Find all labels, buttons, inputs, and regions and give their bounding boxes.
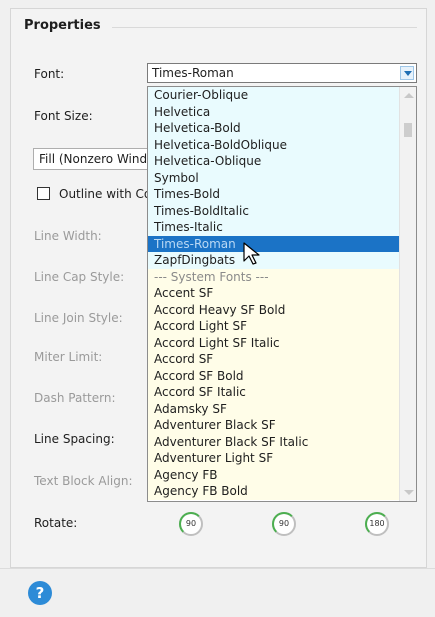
font-option[interactable]: Symbol (148, 169, 399, 186)
font-option[interactable]: Helvetica-BoldOblique (148, 136, 399, 153)
font-option[interactable]: Adventurer Light SF (148, 450, 399, 467)
font-option[interactable]: Accord Light SF (148, 318, 399, 335)
font-option[interactable]: Times-Bold (148, 186, 399, 203)
help-icon[interactable]: ? (28, 581, 52, 605)
miter-limit-label: Miter Limit: (34, 350, 103, 364)
font-select[interactable]: Times-Roman (147, 63, 417, 83)
font-label: Font: (34, 67, 65, 81)
mouse-pointer-icon (243, 242, 260, 265)
font-option[interactable]: Helvetica-Oblique (148, 153, 399, 170)
dash-pattern-label: Dash Pattern: (34, 391, 116, 405)
font-option[interactable]: Accent SF (148, 285, 399, 302)
font-size-label: Font Size: (34, 109, 93, 123)
font-option[interactable]: Agency FB (148, 466, 399, 483)
scroll-up-icon[interactable] (404, 93, 414, 98)
font-option[interactable]: Adventurer Black SF (148, 417, 399, 434)
font-option[interactable]: Accord Light SF Italic (148, 334, 399, 351)
font-option[interactable]: Adamsky SF (148, 400, 399, 417)
font-list-items: Courier-Oblique Helvetica Helvetica-Bold He… (148, 87, 399, 500)
scroll-down-icon[interactable] (404, 490, 414, 495)
font-option[interactable]: Adventurer Black SF Italic (148, 433, 399, 450)
group-title: Properties (24, 18, 109, 33)
rotate-label: Rotate: (34, 516, 78, 530)
font-option-selected[interactable]: Times-Roman (148, 235, 399, 252)
chevron-down-icon[interactable] (400, 66, 414, 80)
text-block-align-label: Text Block Align: (34, 474, 133, 488)
outline-checkbox[interactable] (37, 187, 50, 200)
font-option[interactable]: Helvetica-Bold (148, 120, 399, 137)
font-option[interactable]: Accord Heavy SF Bold (148, 301, 399, 318)
rotate-left-icon[interactable]: 90 (179, 512, 203, 536)
font-option[interactable]: Courier-Oblique (148, 87, 399, 104)
font-select-value: Times-Roman (152, 66, 234, 80)
scroll-thumb[interactable] (404, 123, 412, 137)
font-option[interactable]: Accord SF Bold (148, 367, 399, 384)
font-option[interactable]: Times-BoldItalic (148, 202, 399, 219)
footer-divider (0, 568, 435, 569)
font-option[interactable]: ZapfDingbats (148, 252, 399, 269)
font-dropdown-list[interactable]: Courier-Oblique Helvetica Helvetica-Bold He… (147, 86, 417, 502)
line-spacing-label: Line Spacing: (34, 432, 115, 446)
rotate-180-icon[interactable]: 180 (365, 512, 389, 536)
dropdown-scrollbar[interactable] (399, 87, 416, 501)
system-fonts-separator: --- System Fonts --- (148, 268, 399, 285)
font-option[interactable]: Accord SF (148, 351, 399, 368)
font-option[interactable]: Accord SF Italic (148, 384, 399, 401)
group-divider (112, 27, 417, 28)
font-option[interactable]: Agency FB Bold (148, 483, 399, 500)
properties-panel: Properties Font: Font Size: Fill (Nonzer… (0, 0, 435, 617)
fill-mode-select[interactable]: Fill (Nonzero Winding) (33, 148, 153, 170)
line-cap-label: Line Cap Style: (34, 270, 125, 284)
line-join-label: Line Join Style: (34, 311, 123, 325)
font-option[interactable]: Helvetica (148, 103, 399, 120)
outline-label: Outline with Co (59, 187, 152, 201)
font-option[interactable]: Times-Italic (148, 219, 399, 236)
line-width-label: Line Width: (34, 229, 102, 243)
fill-mode-value: Fill (Nonzero Winding) (39, 152, 152, 166)
rotate-right-icon[interactable]: 90 (272, 512, 296, 536)
